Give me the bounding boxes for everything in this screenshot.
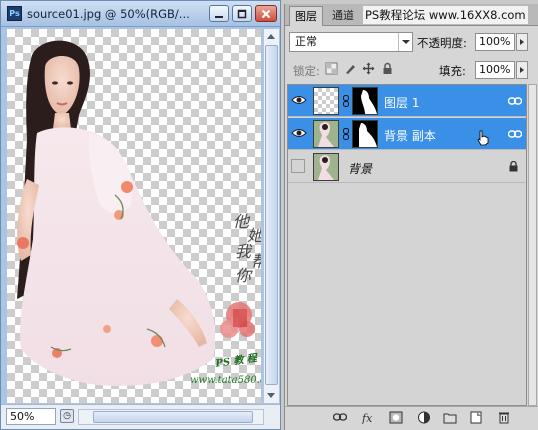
svg-text:帮: 帮: [251, 252, 261, 271]
link-layers-icon[interactable]: [333, 411, 347, 424]
svg-text:fx: fx: [361, 412, 373, 424]
blend-mode-value: 正常: [295, 35, 317, 48]
tab-channels[interactable]: 通道: [327, 6, 359, 26]
layer-name[interactable]: 背景 副本: [384, 127, 436, 144]
blend-opacity-row: 正常 不透明度: 100%: [289, 32, 535, 54]
photoshop-icon: Ps: [7, 6, 22, 21]
new-layer-icon[interactable]: [469, 411, 483, 424]
fill-input[interactable]: 100%: [475, 61, 515, 79]
horizontal-scrollbar[interactable]: [78, 409, 264, 425]
mask-link-icon[interactable]: [342, 95, 350, 107]
layer-style-fx-icon[interactable]: fx: [361, 411, 375, 424]
lock-all-icon[interactable]: [381, 62, 394, 75]
photoshop-screen: Ps source01.jpg @ 50%(RGB/... 他 我 你 PS 教…: [0, 0, 538, 430]
opacity-label: 不透明度:: [417, 36, 467, 50]
layers-bottom-toolbar: fx: [285, 406, 538, 428]
lock-label: 锁定:: [293, 64, 320, 78]
eye-icon[interactable]: [290, 122, 308, 144]
document-window: Ps source01.jpg @ 50%(RGB/... 他 我 你 PS 教…: [0, 0, 281, 430]
layer-row-1[interactable]: 图层 1: [288, 85, 526, 117]
layer-row-background[interactable]: 背景: [288, 151, 526, 183]
minimize-button[interactable]: [209, 5, 229, 22]
layer-thumbnail: [313, 153, 339, 181]
minimize-icon: [215, 16, 223, 18]
opacity-input[interactable]: 100%: [475, 33, 515, 51]
document-title: source01.jpg @ 50%(RGB/...: [27, 7, 190, 21]
woman-photo-cutout: 他 她 我 帮 你: [17, 40, 261, 386]
link-icon: [508, 97, 522, 105]
watermark-url: www.tata580.com: [190, 375, 261, 386]
link-icon: [508, 130, 522, 138]
layer-thumbnail: [313, 87, 339, 115]
lock-transparent-icon[interactable]: [325, 62, 338, 75]
layer-thumbnail: [313, 120, 339, 148]
panel-tabs: 图层 通道 PS教程论坛 www.16XX8.com: [285, 4, 538, 26]
layer-mask-thumbnail[interactable]: [352, 87, 378, 115]
forum-watermark: PS教程论坛 www.16XX8.com: [363, 6, 528, 24]
blend-mode-select[interactable]: 正常: [289, 32, 413, 52]
lock-icon: [509, 161, 518, 172]
fill-label: 填充:: [439, 64, 466, 78]
zoom-field[interactable]: 50%: [6, 408, 56, 425]
layers-list: 图层 1 背景 副本 背景: [287, 84, 527, 406]
maximize-icon: [237, 9, 247, 19]
canvas-area[interactable]: 他 她 我 帮 你 PS 教 程 网 www.tata580.com: [7, 29, 261, 403]
svg-text:你: 你: [235, 266, 253, 285]
fill-arrow-button[interactable]: [516, 61, 528, 79]
layer-mask-thumbnail[interactable]: [352, 120, 378, 148]
mask-link-icon[interactable]: [342, 128, 350, 140]
scroll-down-icon[interactable]: [267, 393, 275, 398]
trash-icon[interactable]: [497, 411, 511, 424]
maximize-button[interactable]: [232, 5, 252, 22]
chevron-down-icon: [398, 33, 412, 51]
layers-scrollbar[interactable]: [528, 84, 537, 406]
layer-name[interactable]: 背景: [348, 160, 372, 177]
layer-name[interactable]: 图层 1: [384, 94, 419, 111]
vertical-scrollbar[interactable]: [263, 29, 279, 403]
lock-fill-row: 锁定: 填充: 100%: [289, 60, 535, 80]
lock-pixels-icon[interactable]: [344, 62, 357, 75]
tab-layers[interactable]: 图层: [289, 6, 323, 26]
new-group-folder-icon[interactable]: [443, 411, 457, 424]
close-button[interactable]: [255, 5, 277, 22]
lock-position-icon[interactable]: [362, 62, 375, 75]
layer-row-2[interactable]: 背景 副本: [288, 118, 526, 150]
close-icon: [261, 9, 271, 19]
horizontal-scroll-thumb[interactable]: [93, 411, 253, 423]
add-mask-icon[interactable]: [389, 411, 403, 424]
scroll-up-icon[interactable]: [267, 34, 275, 39]
layers-panel: 图层 通道 PS教程论坛 www.16XX8.com 正常 不透明度: 100%…: [284, 4, 538, 430]
status-menu-icon[interactable]: ◷: [60, 409, 74, 423]
status-bar: 50% ◷: [1, 404, 280, 429]
hand-pointer-icon: [477, 130, 489, 146]
document-titlebar[interactable]: Ps source01.jpg @ 50%(RGB/...: [1, 1, 280, 27]
eye-icon[interactable]: [290, 89, 308, 111]
vertical-scroll-thumb[interactable]: [265, 45, 278, 385]
visibility-toggle[interactable]: [291, 159, 305, 173]
adjustment-layer-icon[interactable]: [417, 411, 431, 424]
opacity-arrow-button[interactable]: [516, 33, 528, 51]
